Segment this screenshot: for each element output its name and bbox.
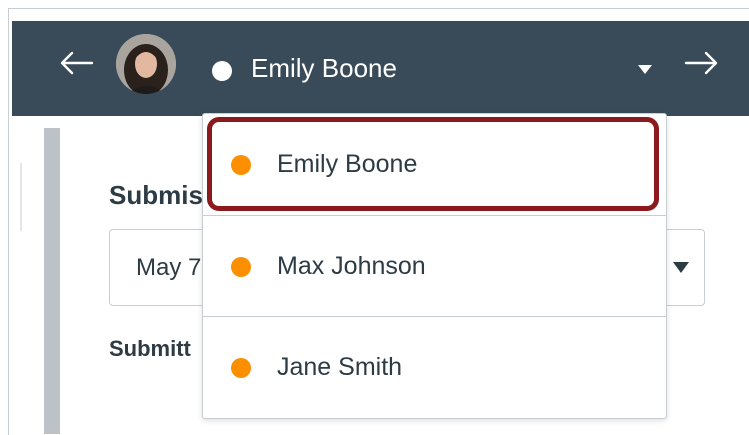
- avatar: [116, 34, 176, 94]
- arrow-left-icon[interactable]: [58, 49, 94, 77]
- dropdown-item-jane-smith[interactable]: Jane Smith: [203, 316, 666, 418]
- divider: [20, 163, 22, 231]
- student-navigation-header: Emily Boone: [12, 21, 749, 116]
- student-dropdown-menu: Emily Boone Max Johnson Jane Smith: [202, 113, 667, 419]
- dropdown-item-label: Jane Smith: [277, 353, 403, 381]
- dropdown-item-max-johnson[interactable]: Max Johnson: [203, 215, 666, 317]
- current-student-name[interactable]: Emily Boone: [251, 53, 397, 84]
- dropdown-item-label: Max Johnson: [277, 252, 426, 280]
- submitted-label: Submitt: [109, 336, 191, 361]
- dropdown-item-label: Emily Boone: [277, 150, 418, 178]
- submission-date-value: May 7: [136, 254, 202, 281]
- dropdown-item-emily-boone[interactable]: Emily Boone: [203, 114, 666, 215]
- status-dot: [212, 61, 232, 81]
- arrow-right-icon[interactable]: [684, 49, 720, 77]
- submission-heading: Submis: [109, 180, 203, 210]
- status-dot: [231, 154, 251, 175]
- status-dot: [231, 256, 251, 277]
- caret-down-icon[interactable]: [638, 65, 652, 74]
- status-dot: [231, 357, 251, 378]
- caret-down-icon[interactable]: [673, 262, 689, 273]
- sidebar-divider: [44, 128, 60, 434]
